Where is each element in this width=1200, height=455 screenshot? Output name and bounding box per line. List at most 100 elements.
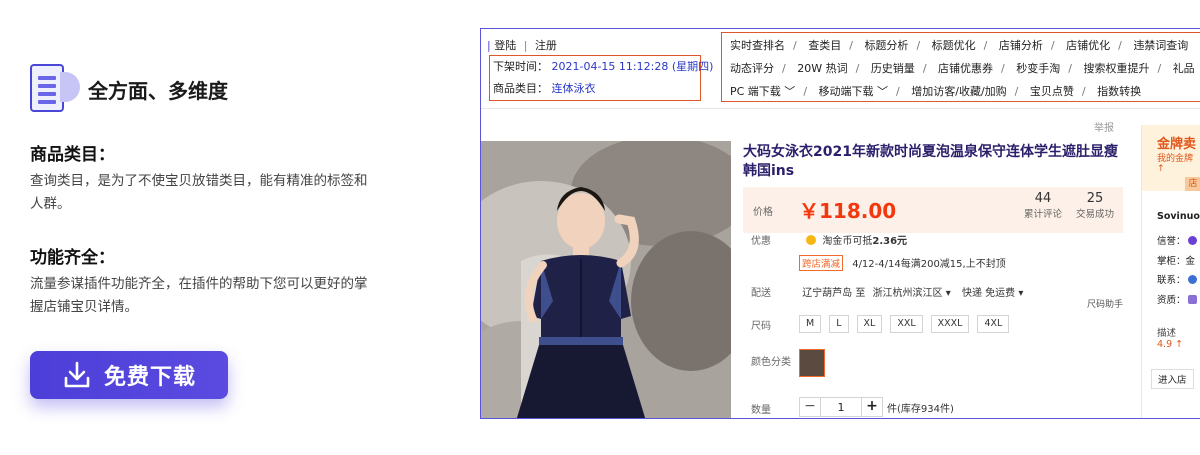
size-option[interactable]: 4XL xyxy=(977,315,1010,333)
sales-count: 25 xyxy=(1086,191,1104,206)
menu-item[interactable]: 历史销量 xyxy=(871,62,915,75)
shipping-to[interactable]: 浙江杭州滨江区 xyxy=(873,288,943,299)
feature-title: 全方面、多维度 xyxy=(88,78,228,103)
coin-text: 淘金币可抵 xyxy=(822,236,873,247)
store-desc-label: 描述 xyxy=(1157,328,1177,339)
store-desc-score: 4.9 ↑ xyxy=(1157,339,1184,350)
size-label: 尺码 xyxy=(751,321,771,332)
shipping-row: 配送 辽宁葫芦岛 至 浙江杭州滨江区 ▾ 快递 免运费 ▾ xyxy=(751,284,1023,299)
product-photo xyxy=(481,141,731,418)
menu-row-2: 动态评分/ 20W 热词 / 历史销量 / 店铺优惠券 / 秒变手淘 / 搜索权重提升 /… xyxy=(730,62,1195,75)
document-list-icon xyxy=(30,64,82,114)
caret-down-icon: ▾ xyxy=(1015,288,1024,299)
enter-store-button[interactable]: 进入店 xyxy=(1151,369,1194,389)
menu-item[interactable]: 店铺优惠券 xyxy=(938,62,993,75)
size-option[interactable]: L xyxy=(829,315,849,333)
download-button[interactable]: 免费下载 xyxy=(30,351,228,399)
menu-row-3: PC 端下载 ﹀ / 移动端下载 ﹀ / 增加访客/收藏/加购 / 宝贝点赞 / 指数转… xyxy=(730,85,1142,98)
color-label: 颜色分类 xyxy=(751,357,791,368)
cross-store-row: 跨店满减 4/12-4/14每满200减15,上不封顶 xyxy=(799,255,1006,271)
price-label: 价格 xyxy=(753,207,773,218)
coin-icon xyxy=(806,235,817,245)
login-links: | 登陆 | 注册 xyxy=(487,39,557,52)
menu-item[interactable]: 指数转换 xyxy=(1097,85,1141,98)
offline-time-label: 下架时间： xyxy=(493,60,548,73)
promo-row: 优惠 淘金币可抵2.36元 xyxy=(751,232,907,247)
store-contact-label: 联系： xyxy=(1157,275,1186,286)
size-helper-link[interactable]: 尺码助手 xyxy=(1087,297,1123,310)
price-panel: 价格 ￥118.00 44 累计评论 25 交易成功 xyxy=(743,187,1123,233)
product-info-box: 下架时间： 2021-04-15 11:12:28 (星期四) 商品类目： 连体… xyxy=(489,55,713,101)
section-desc-features: 流量参谋插件功能齐全，在插件的帮助下您可以更好的掌握店铺宝贝详情。 xyxy=(30,276,368,315)
menu-item[interactable]: 秒变手淘 xyxy=(1016,62,1060,75)
menu-item[interactable]: 查类目 xyxy=(808,39,841,52)
menu-item[interactable]: 违禁词查询 xyxy=(1133,39,1188,52)
color-swatch[interactable] xyxy=(799,349,825,377)
license-icon[interactable] xyxy=(1187,295,1197,304)
report-link[interactable]: 举报 xyxy=(1094,119,1114,134)
credit-icon xyxy=(1187,236,1197,245)
coin-value: 2.36元 xyxy=(872,236,908,247)
chevron-down-icon: ﹀ xyxy=(873,85,889,98)
menu-item[interactable]: PC 端下载 xyxy=(730,85,781,98)
size-option[interactable]: XXXL xyxy=(930,315,970,333)
quantity-value[interactable]: 1 xyxy=(821,397,861,417)
decrement-button[interactable]: − xyxy=(799,397,821,417)
cross-store-tag: 跨店满减 xyxy=(799,255,844,271)
store-qualification: 资质： xyxy=(1157,292,1197,306)
product-title: 大码女泳衣2021年新款时尚夏泡温泉保守连体学生遮肚显瘦韩国ins xyxy=(743,144,1118,179)
plugin-menu: 实时查排名 / 查类目 / 标题分析 / 标题优化 / 店铺分析 / 店铺优化 / 违禁词查… xyxy=(721,32,1200,102)
category-label: 商品类目： xyxy=(493,82,548,95)
menu-item[interactable]: 增加访客/收藏/加购 xyxy=(911,85,1006,98)
login-link[interactable]: 登陆 xyxy=(494,39,516,52)
size-option[interactable]: XXL xyxy=(890,315,923,333)
shipping-label: 配送 xyxy=(751,288,771,299)
menu-item[interactable]: 宝贝点赞 xyxy=(1030,85,1074,98)
caret-down-icon: ▾ xyxy=(942,288,951,299)
offline-time-value: 2021-04-15 11:12:28 (星期四) xyxy=(551,60,714,73)
shipping-type[interactable]: 快递 免运费 xyxy=(962,288,1015,299)
menu-item[interactable]: 礼品 xyxy=(1173,62,1195,75)
register-link[interactable]: 注册 xyxy=(535,39,557,52)
menu-item[interactable]: 移动端下载 xyxy=(819,85,874,98)
size-options: M L XL XXL XXXL 4XL xyxy=(799,315,1017,333)
gold-seller-title: 金牌卖 xyxy=(1157,137,1197,152)
quantity-stepper: − 1 + 件(库存934件) xyxy=(799,397,954,417)
store-keeper: 掌柜：金 xyxy=(1157,256,1196,267)
menu-item[interactable]: 店铺分析 xyxy=(999,39,1043,52)
menu-item[interactable]: 店铺优化 xyxy=(1066,39,1110,52)
size-option[interactable]: M xyxy=(799,315,822,333)
size-option[interactable]: XL xyxy=(856,315,883,333)
download-icon xyxy=(64,361,90,388)
section-desc-category: 查询类目，是为了不使宝贝放错类目，能有精准的标签和人群。 xyxy=(30,173,368,212)
reviews-label: 累计评论 xyxy=(1023,209,1062,220)
shipping-from: 辽宁葫芦岛 至 xyxy=(802,288,866,299)
category-value[interactable]: 连体泳衣 xyxy=(552,82,596,95)
promo-label: 优惠 xyxy=(751,236,771,247)
reviews-stat[interactable]: 44 累计评论 xyxy=(1013,191,1073,220)
quantity-label: 数量 xyxy=(751,405,771,416)
store-button[interactable]: 店 xyxy=(1185,177,1200,191)
feature-header: 全方面、多维度 xyxy=(30,64,228,114)
section-title-category: 商品类目： xyxy=(30,145,115,165)
menu-item[interactable]: 标题分析 xyxy=(864,39,908,52)
price-value: ￥118.00 xyxy=(799,199,897,223)
store-qualification-label: 资质： xyxy=(1157,295,1186,306)
store-credit-label: 信誉： xyxy=(1157,236,1186,247)
sales-stat: 25 交易成功 xyxy=(1065,191,1125,220)
menu-item[interactable]: 20W 热词 xyxy=(797,62,847,75)
download-button-label: 免费下载 xyxy=(103,365,196,390)
store-name[interactable]: Sovinuo xyxy=(1157,211,1200,222)
increment-button[interactable]: + xyxy=(861,397,883,417)
menu-item[interactable]: 搜索权重提升 xyxy=(1083,62,1149,75)
chat-icon[interactable] xyxy=(1187,275,1197,284)
menu-item[interactable]: 实时查排名 xyxy=(730,39,785,52)
stock-text: 件(库存934件) xyxy=(887,403,954,415)
sales-label: 交易成功 xyxy=(1075,209,1114,220)
section-title-features: 功能齐全： xyxy=(30,248,115,268)
plugin-screenshot: | 登陆 | 注册 下架时间： 2021-04-15 11:12:28 (星期四… xyxy=(480,28,1200,419)
store-contact: 联系： xyxy=(1157,272,1197,286)
menu-item[interactable]: 标题优化 xyxy=(932,39,976,52)
menu-item[interactable]: 动态评分 xyxy=(730,62,774,75)
feature-panel: 全方面、多维度 商品类目： 查询类目，是为了不使宝贝放错类目，能有精准的标签和人… xyxy=(0,0,440,455)
